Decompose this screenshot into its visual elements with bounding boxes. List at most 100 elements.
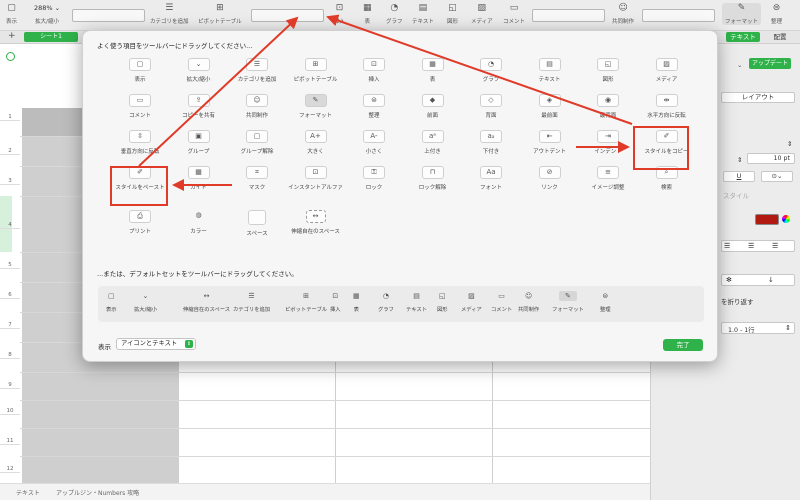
toolbar-item-flip-h[interactable]: ⇹ 水平方向に反転 bbox=[637, 94, 697, 119]
layout-tab[interactable]: レイアウト bbox=[721, 92, 795, 103]
alignment-buttons[interactable]: ☰ ☰ ☰ bbox=[721, 240, 795, 252]
update-button[interactable]: アップデート bbox=[749, 58, 791, 69]
toolbar-item-mask[interactable]: ⌗ マスク bbox=[227, 166, 287, 191]
tab-text[interactable]: テキスト bbox=[726, 32, 760, 42]
font-size-field[interactable]: 10 pt bbox=[747, 153, 795, 164]
line-spacing-value: 1.0 - 1行 bbox=[728, 327, 755, 334]
done-button[interactable]: 完了 bbox=[663, 339, 703, 351]
valign-middle-icon[interactable]: ✻ bbox=[726, 275, 732, 285]
comment-button[interactable]: ▭ コメント bbox=[503, 3, 525, 25]
chart-button[interactable]: ◔ グラフ bbox=[386, 3, 403, 25]
more-options-button[interactable]: ⊙⌄ bbox=[761, 171, 793, 182]
toolbar-item-guide[interactable]: ▦ ガイド bbox=[169, 166, 229, 191]
underline-button[interactable]: U bbox=[723, 171, 755, 182]
organize-icon: ⊜ bbox=[772, 3, 781, 13]
tab-sheet1[interactable]: シート1 bbox=[24, 32, 78, 42]
toolbar-empty-slot-4[interactable] bbox=[642, 9, 715, 22]
toolbar-item-space[interactable]: スペース bbox=[227, 210, 287, 237]
chevron-down-icon[interactable]: ⌄ bbox=[737, 61, 742, 69]
zoom-button[interactable]: 288% ⌄ 拡大/縮小 bbox=[34, 3, 60, 25]
tab-arrange[interactable]: 配置 bbox=[768, 32, 792, 42]
align-center-icon[interactable]: ☰ bbox=[748, 241, 754, 251]
pivot-table-button[interactable]: ⊞ ピボットテーブル bbox=[198, 3, 242, 25]
toolbar-item-pivot[interactable]: ⊞ ピボットテーブル bbox=[286, 58, 346, 83]
toolbar-item-front[interactable]: ◆ 前面 bbox=[403, 94, 463, 119]
toolbar-item-insert[interactable]: ⊡ 挿入 bbox=[344, 58, 404, 83]
link-icon: ⊘ bbox=[538, 166, 561, 179]
toolbar-empty-slot-3[interactable] bbox=[532, 9, 605, 22]
toolbar-item-label: 背面 bbox=[485, 113, 497, 119]
toolbar-item-unlock[interactable]: ⊓ ロック解除 bbox=[403, 166, 463, 191]
toolbar-item-label: 下付き bbox=[482, 149, 500, 155]
toolbar-item-shape[interactable]: ◱ 図形 bbox=[578, 58, 638, 83]
stepper-icon[interactable]: ⇕ bbox=[737, 156, 742, 164]
chart-icon: ◔ bbox=[382, 292, 389, 300]
view-button[interactable]: ▢ 表示 bbox=[6, 3, 17, 25]
flip-h-icon: ⇹ bbox=[655, 94, 678, 107]
color-wheel-icon[interactable] bbox=[782, 215, 790, 223]
toolbar-item-share[interactable]: ⇪ コピーを共有 bbox=[169, 94, 229, 119]
row-number: 12 bbox=[0, 466, 20, 473]
show-mode-select[interactable]: アイコンとテキスト ⇕ bbox=[116, 338, 196, 350]
toolbar-item-frontmost[interactable]: ◈ 最前面 bbox=[520, 94, 580, 119]
toolbar-item-text[interactable]: ▤ テキスト bbox=[520, 58, 580, 83]
toolbar-item-chart[interactable]: ◔ グラフ bbox=[461, 58, 521, 83]
valign-bottom-icon[interactable]: ↓ bbox=[768, 275, 774, 285]
toolbar-item-sidebar[interactable]: ▢ 表示 bbox=[110, 58, 170, 83]
toolbar-item-subscript[interactable]: aₐ 下付き bbox=[461, 130, 521, 155]
toolbar-item-flip-v[interactable]: ⇳ 垂直方向に反転 bbox=[110, 130, 170, 155]
stepper-icon[interactable]: ⇕ bbox=[787, 140, 792, 148]
toolbar-item-flex-space[interactable]: ↔ 伸縮自在のスペース bbox=[286, 210, 346, 235]
toolbar-item-font-bigger[interactable]: A+ 大きく bbox=[286, 130, 346, 155]
format-button[interactable]: ✎ フォーマット bbox=[722, 3, 762, 25]
toolbar-item-table[interactable]: ▦ 表 bbox=[403, 58, 463, 83]
toolbar-item-outdent[interactable]: ⇤ アウトデント bbox=[520, 130, 580, 155]
text-button[interactable]: ▤ テキスト bbox=[412, 3, 434, 25]
toolbar-item-indent[interactable]: ⇥ インデント bbox=[578, 130, 638, 155]
toolbar-item-alpha[interactable]: ⊡ インスタントアルファ bbox=[286, 166, 346, 191]
toolbar-item-backmost[interactable]: ◉ 最背面 bbox=[578, 94, 638, 119]
media-button[interactable]: ▨ メディア bbox=[471, 3, 493, 25]
default-item-flex-space: ↔ 伸縮自在のスペース bbox=[183, 291, 230, 313]
toolbar-empty-slot[interactable] bbox=[72, 9, 145, 22]
default-toolbar-set[interactable]: ▢ 表示 ⌄ 拡大/縮小 ↔ 伸縮自在のスペース ☰ カテゴリを追加 ⊞ ピボットテーブル ⊡ 挿入 ▦… bbox=[98, 286, 704, 322]
toolbar-item-link[interactable]: ⊘ リンク bbox=[520, 166, 580, 191]
toolbar-item-color[interactable]: ◍ カラー bbox=[169, 210, 229, 235]
toolbar-item-font-smaller[interactable]: A- 小さく bbox=[344, 130, 404, 155]
toolbar-item-group[interactable]: ▣ グループ bbox=[169, 130, 229, 155]
color-swatch[interactable] bbox=[755, 214, 779, 225]
toolbar-item-brush[interactable]: ✎ フォーマット bbox=[286, 94, 346, 119]
add-category-button[interactable]: ☰ カテゴリを追加 bbox=[150, 3, 189, 25]
default-item-media: ▨ メディア bbox=[461, 291, 482, 313]
toolbar-item-lock[interactable]: ⚿ ロック bbox=[344, 166, 404, 191]
toolbar-item-collab[interactable]: ☺ 共同制作 bbox=[227, 94, 287, 119]
toolbar-item-print[interactable]: ⎙ プリント bbox=[110, 210, 170, 235]
row-number: 10 bbox=[0, 408, 20, 415]
add-sheet-icon[interactable]: + bbox=[8, 31, 16, 41]
valign-buttons[interactable]: ✻ ↓ bbox=[721, 274, 795, 286]
toolbar-item-media[interactable]: ▨ メディア bbox=[637, 58, 697, 83]
toolbar-item-adjust[interactable]: ≡ イメージ調整 bbox=[578, 166, 638, 191]
toolbar-item-comment[interactable]: ▭ コメント bbox=[110, 94, 170, 119]
collab-button[interactable]: ☺ 共同制作 bbox=[612, 3, 634, 25]
align-justify-icon[interactable]: ☰ bbox=[772, 241, 778, 251]
toolbar-item-zoom[interactable]: ⌄ 拡大/縮小 bbox=[169, 58, 229, 83]
toolbar-item-font[interactable]: Aa フォント bbox=[461, 166, 521, 191]
flip-v-icon: ⇳ bbox=[129, 130, 151, 143]
line-spacing-select[interactable]: 1.0 - 1行 ⇕ bbox=[721, 322, 795, 334]
back-icon: ◇ bbox=[480, 94, 502, 107]
table-button[interactable]: ▦ 表 bbox=[363, 3, 372, 25]
toolbar-item-list[interactable]: ☰ カテゴリを追加 bbox=[227, 58, 287, 83]
toolbar-empty-slot-2[interactable] bbox=[251, 9, 324, 22]
toolbar-item-label: コピーを共有 bbox=[181, 113, 215, 119]
frontmost-icon: ◈ bbox=[538, 94, 561, 107]
align-left-icon[interactable]: ☰ bbox=[724, 241, 730, 251]
shape-button[interactable]: ◱ 図形 bbox=[447, 3, 458, 25]
organize-button[interactable]: ⊜ 整理 bbox=[771, 3, 782, 25]
toolbar-item-back[interactable]: ◇ 背面 bbox=[461, 94, 521, 119]
comment-icon: ▭ bbox=[129, 94, 151, 107]
insert-button[interactable]: ⊡ 挿入 bbox=[334, 3, 345, 25]
toolbar-item-ungroup[interactable]: ▢ グループ解除 bbox=[227, 130, 287, 155]
toolbar-item-organize[interactable]: ⊜ 整理 bbox=[344, 94, 404, 119]
toolbar-item-superscript[interactable]: aᵃ 上付き bbox=[403, 130, 463, 155]
